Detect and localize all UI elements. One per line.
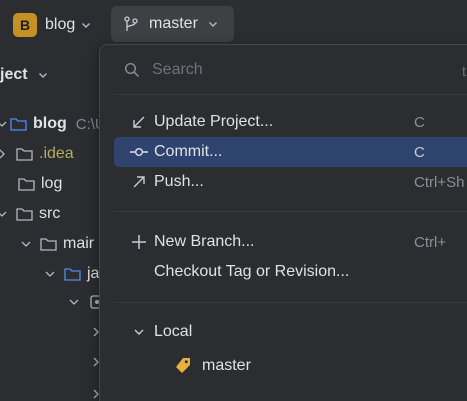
project-selector[interactable]: B blog <box>7 8 105 42</box>
module-folder-icon <box>10 118 27 131</box>
search-field[interactable]: Search <box>124 61 203 79</box>
divider <box>114 211 467 212</box>
git-branches-popup: Search t Update Project... C Commit... C… <box>99 44 467 401</box>
menu-item-label: Checkout Tag or Revision... <box>154 263 350 280</box>
chevron-down-icon <box>208 22 217 27</box>
tag-icon <box>176 358 190 373</box>
tree-item-idea[interactable]: .idea <box>0 142 74 166</box>
tree-label: ja <box>87 265 100 282</box>
search-hint: t <box>462 63 466 79</box>
source-folder-icon <box>64 268 81 281</box>
branch-label: master <box>202 357 251 374</box>
folder-icon <box>18 178 35 191</box>
search-placeholder: Search <box>152 61 203 78</box>
git-branch-icon <box>124 16 138 31</box>
local-branches-group[interactable]: Local <box>114 317 467 347</box>
menu-item-label: Update Project... <box>154 113 274 130</box>
tree-label: blog <box>33 115 67 132</box>
commit-item[interactable]: Commit... C <box>114 137 467 167</box>
update-arrow-icon <box>124 114 154 130</box>
project-panel-title[interactable]: ject <box>0 66 28 84</box>
tree-label: .idea <box>39 145 74 162</box>
tree-label: log <box>41 175 63 192</box>
commit-icon <box>124 144 154 160</box>
group-label: Local <box>154 323 193 340</box>
branch-selector[interactable]: master <box>111 6 234 42</box>
menu-item-label: Commit... <box>154 143 223 160</box>
menu-shortcut: Ctrl+ <box>414 233 447 251</box>
menu-item-label: Push... <box>154 173 204 190</box>
chevron-down-icon <box>69 299 79 305</box>
chevron-right-icon <box>0 149 5 159</box>
project-name: blog <box>45 16 76 33</box>
tree-item-java[interactable]: ja <box>44 262 99 286</box>
divider <box>114 302 467 303</box>
branch-item-master[interactable]: master <box>174 351 251 381</box>
branch-name: master <box>149 15 198 32</box>
chevron-down-icon <box>0 121 7 127</box>
plus-icon <box>124 234 154 250</box>
chevron-down-icon <box>21 241 31 247</box>
tree-label: src <box>39 205 61 222</box>
chevron-down-icon <box>0 211 7 217</box>
update-project-item[interactable]: Update Project... C <box>114 107 467 137</box>
push-item[interactable]: Push... Ctrl+Sh <box>114 167 467 197</box>
folder-icon <box>40 238 57 251</box>
push-arrow-icon <box>124 174 154 190</box>
new-branch-item[interactable]: New Branch... Ctrl+ <box>114 227 467 257</box>
search-icon <box>124 62 139 77</box>
tree-label: mair <box>63 235 95 252</box>
tree-item-log[interactable]: log <box>18 172 62 196</box>
menu-shortcut: C <box>414 113 425 131</box>
tree-item-src[interactable]: src <box>0 202 60 226</box>
chevron-down-icon[interactable] <box>38 70 48 80</box>
folder-icon <box>16 148 33 161</box>
chevron-down-icon <box>82 23 91 28</box>
chevron-down-icon <box>45 271 55 277</box>
menu-shortcut: Ctrl+Sh <box>414 173 465 191</box>
folder-icon <box>16 208 33 221</box>
menu-item-label: New Branch... <box>154 233 255 250</box>
tree-item-main[interactable]: mair <box>20 232 94 256</box>
menu-shortcut: C <box>414 143 425 161</box>
tree-item-blog[interactable]: blog C:\U <box>0 112 106 136</box>
project-badge: B <box>13 13 37 37</box>
chevron-down-icon <box>124 326 154 338</box>
checkout-tag-item[interactable]: Checkout Tag or Revision... <box>114 257 467 287</box>
divider <box>114 94 467 95</box>
main-toolbar: B blog master <box>0 0 467 48</box>
